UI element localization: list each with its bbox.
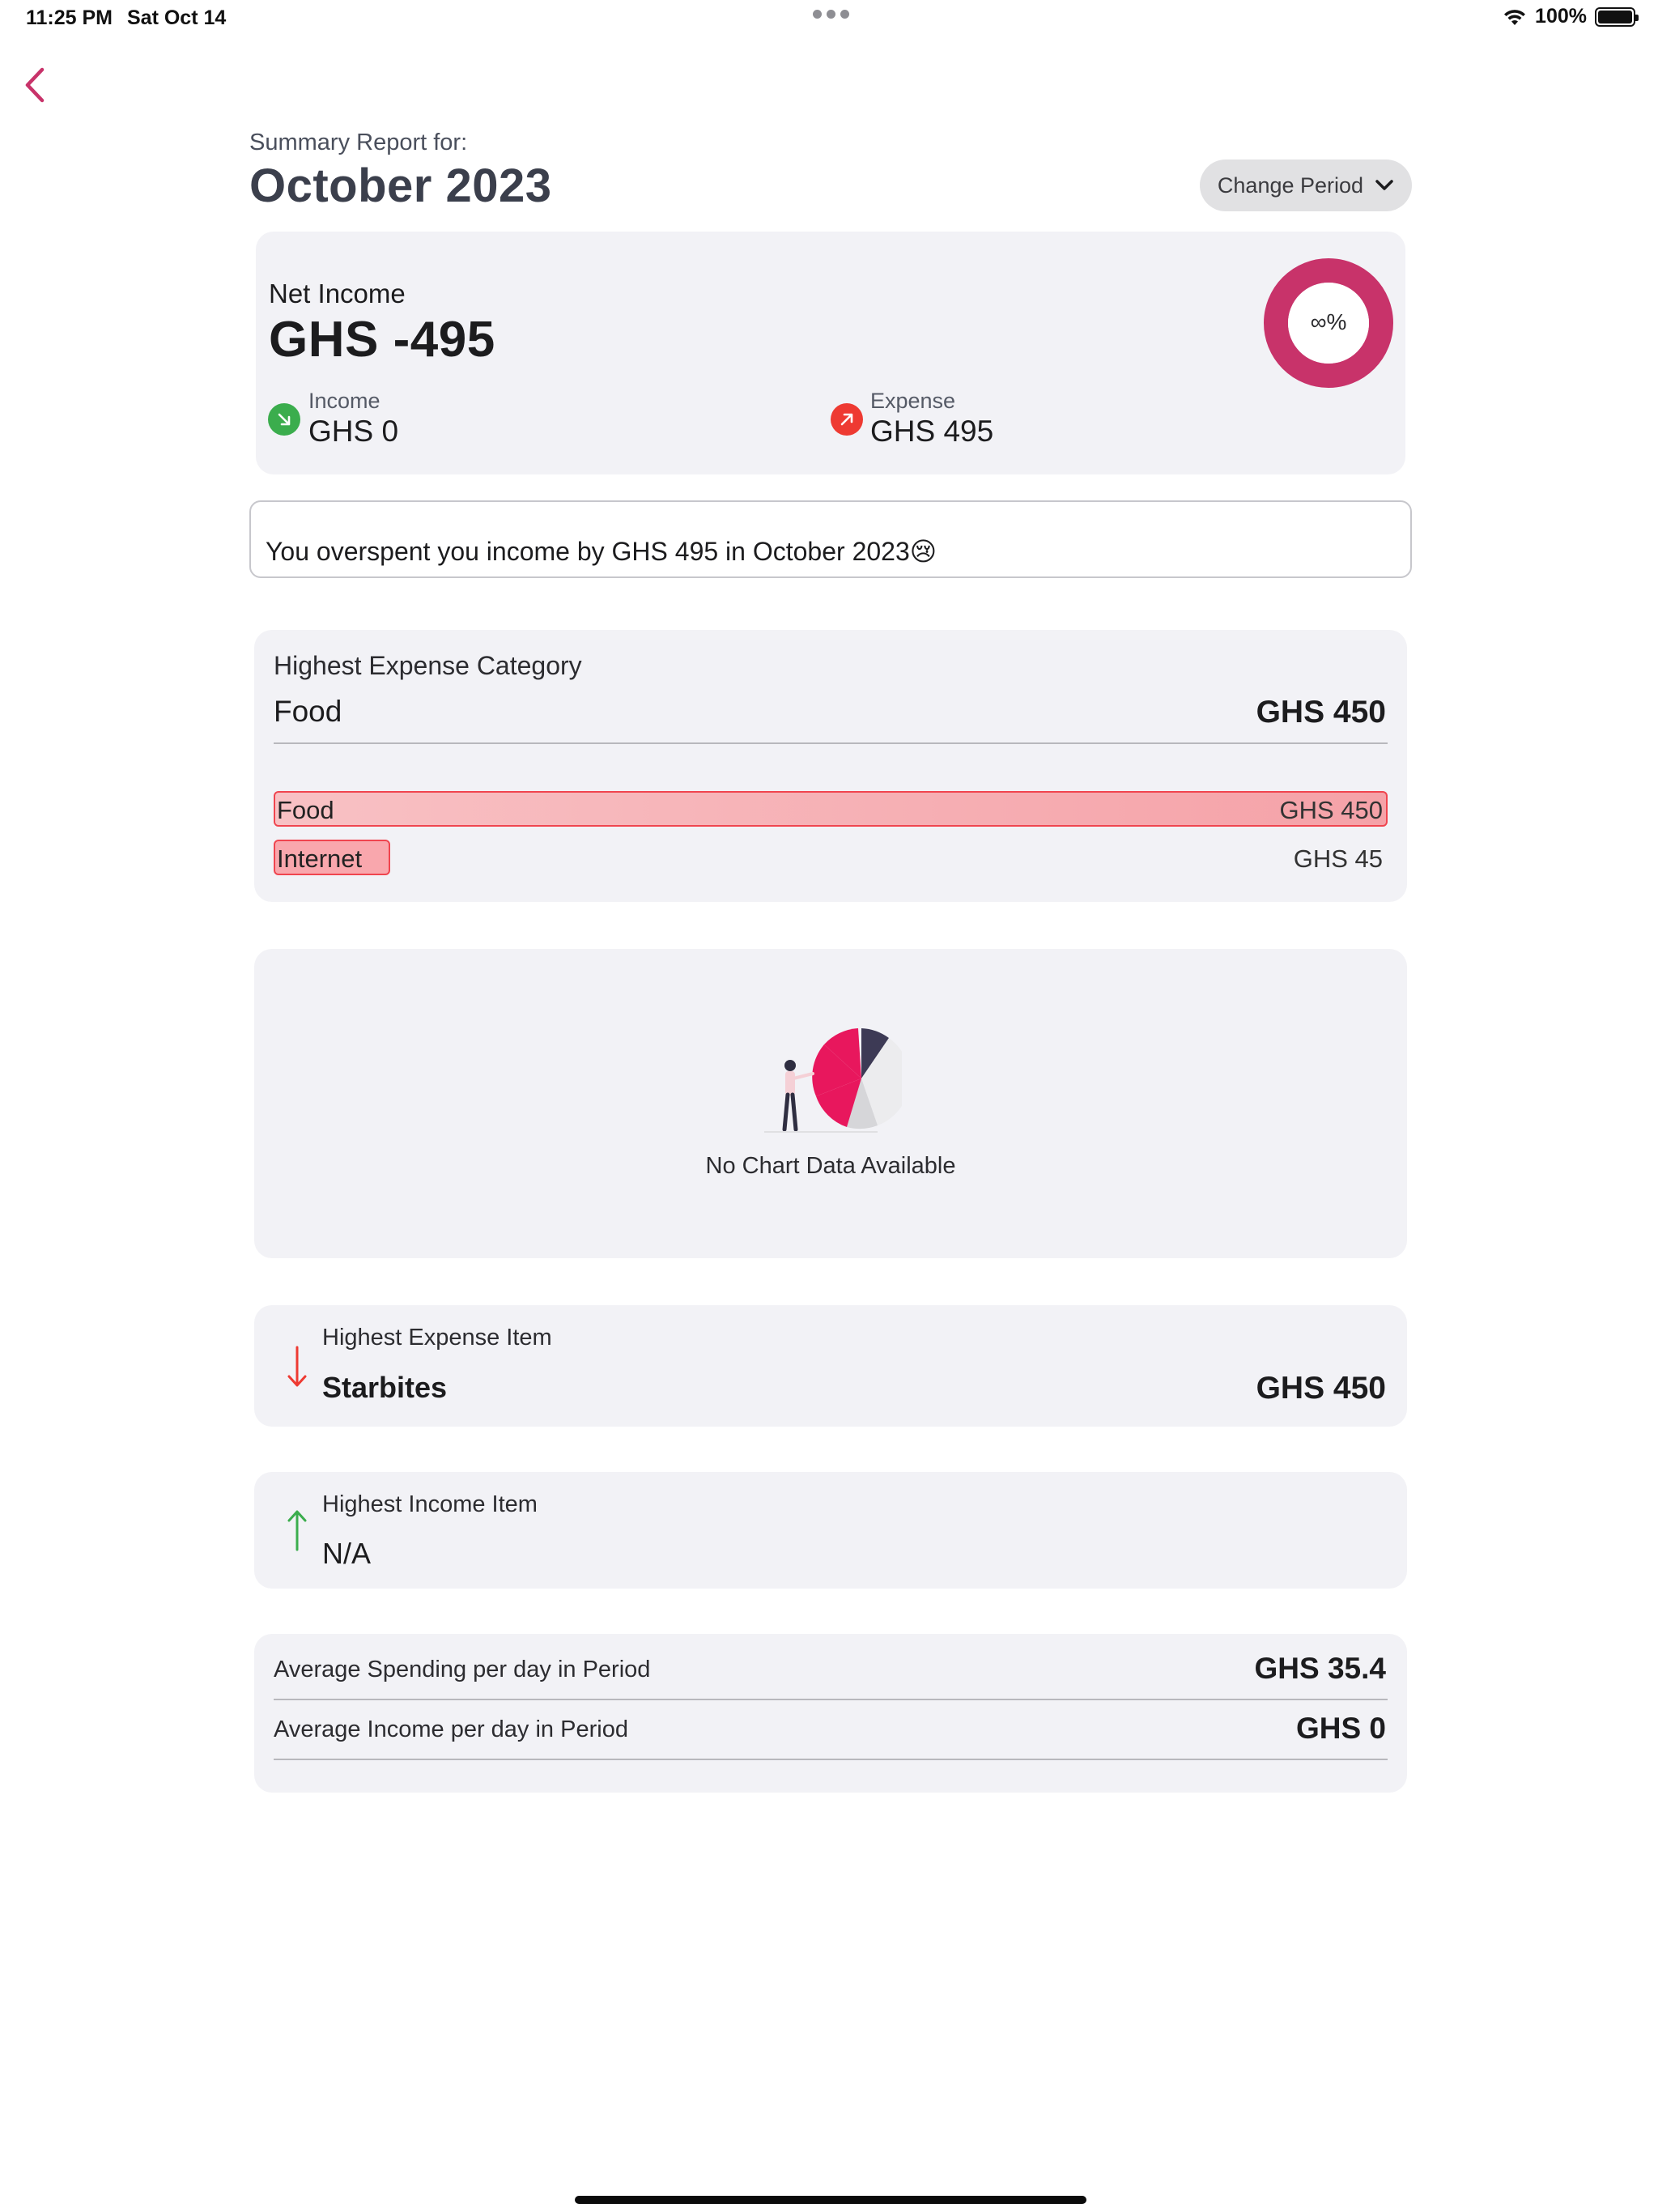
highest-income-item-name: N/A	[322, 1537, 372, 1570]
battery-icon	[1595, 6, 1639, 27]
change-period-label: Change Period	[1217, 172, 1364, 198]
expense-value: GHS 495	[870, 415, 994, 448]
income-value: GHS 0	[308, 415, 399, 448]
home-indicator[interactable]	[575, 2196, 1086, 2204]
chevron-down-icon	[1375, 180, 1393, 190]
wifi-icon	[1504, 9, 1526, 25]
category-bar-food[interactable]	[274, 791, 1388, 827]
report-subtitle: Summary Report for:	[249, 130, 468, 155]
period-title: October 2023	[249, 160, 552, 212]
expense-label: Expense	[870, 389, 956, 413]
highest-expense-item-amount: GHS 450	[1256, 1371, 1386, 1406]
income-arrow-icon	[268, 403, 300, 436]
no-chart-data-text: No Chart Data Available	[705, 1153, 956, 1179]
donut-percent: ∞%	[1310, 309, 1347, 334]
back-button[interactable]	[21, 65, 50, 105]
avg-spending-value: GHS 35.4	[1254, 1652, 1386, 1685]
empty-chart-illustration	[764, 1028, 902, 1133]
multitasking-dots-icon[interactable]	[813, 10, 852, 21]
highest-expense-item-card	[254, 1305, 1407, 1427]
highest-category-name: Food	[274, 695, 342, 728]
category-bar-amount: GHS 450	[1279, 796, 1383, 824]
status-time: 11:25 PM	[26, 6, 113, 29]
arrow-up-icon	[287, 1510, 307, 1551]
highest-category-amount: GHS 450	[1256, 695, 1386, 730]
category-bar-label: Internet	[277, 844, 363, 873]
status-date: Sat Oct 14	[127, 6, 227, 29]
highest-expense-item-name: Starbites	[322, 1371, 448, 1404]
expense-arrow-icon	[831, 403, 863, 436]
chevron-left-icon	[25, 67, 45, 103]
battery-percent: 100%	[1535, 5, 1587, 28]
avg-spending-label: Average Spending per day in Period	[274, 1657, 651, 1682]
overspent-message: You overspent you income by GHS 495 in O…	[249, 500, 1412, 578]
divider	[274, 1699, 1388, 1700]
arrow-down-icon	[287, 1346, 307, 1387]
divider	[274, 1759, 1388, 1760]
highest-category-title: Highest Expense Category	[274, 651, 582, 680]
avg-income-value: GHS 0	[1295, 1712, 1386, 1745]
highest-income-item-label: Highest Income Item	[322, 1491, 538, 1517]
change-period-button[interactable]: Change Period	[1200, 160, 1412, 211]
net-income-value: GHS -495	[269, 312, 495, 368]
net-income-label: Net Income	[269, 279, 406, 308]
category-bar-amount: GHS 45	[1293, 844, 1383, 873]
avg-income-label: Average Income per day in Period	[274, 1716, 628, 1742]
status-right: 100%	[1503, 5, 1639, 28]
highest-expense-item-label: Highest Expense Item	[322, 1325, 552, 1351]
income-label: Income	[308, 389, 380, 413]
category-bar-label: Food	[277, 796, 334, 824]
divider	[274, 742, 1388, 744]
highest-income-item-card	[254, 1472, 1407, 1589]
